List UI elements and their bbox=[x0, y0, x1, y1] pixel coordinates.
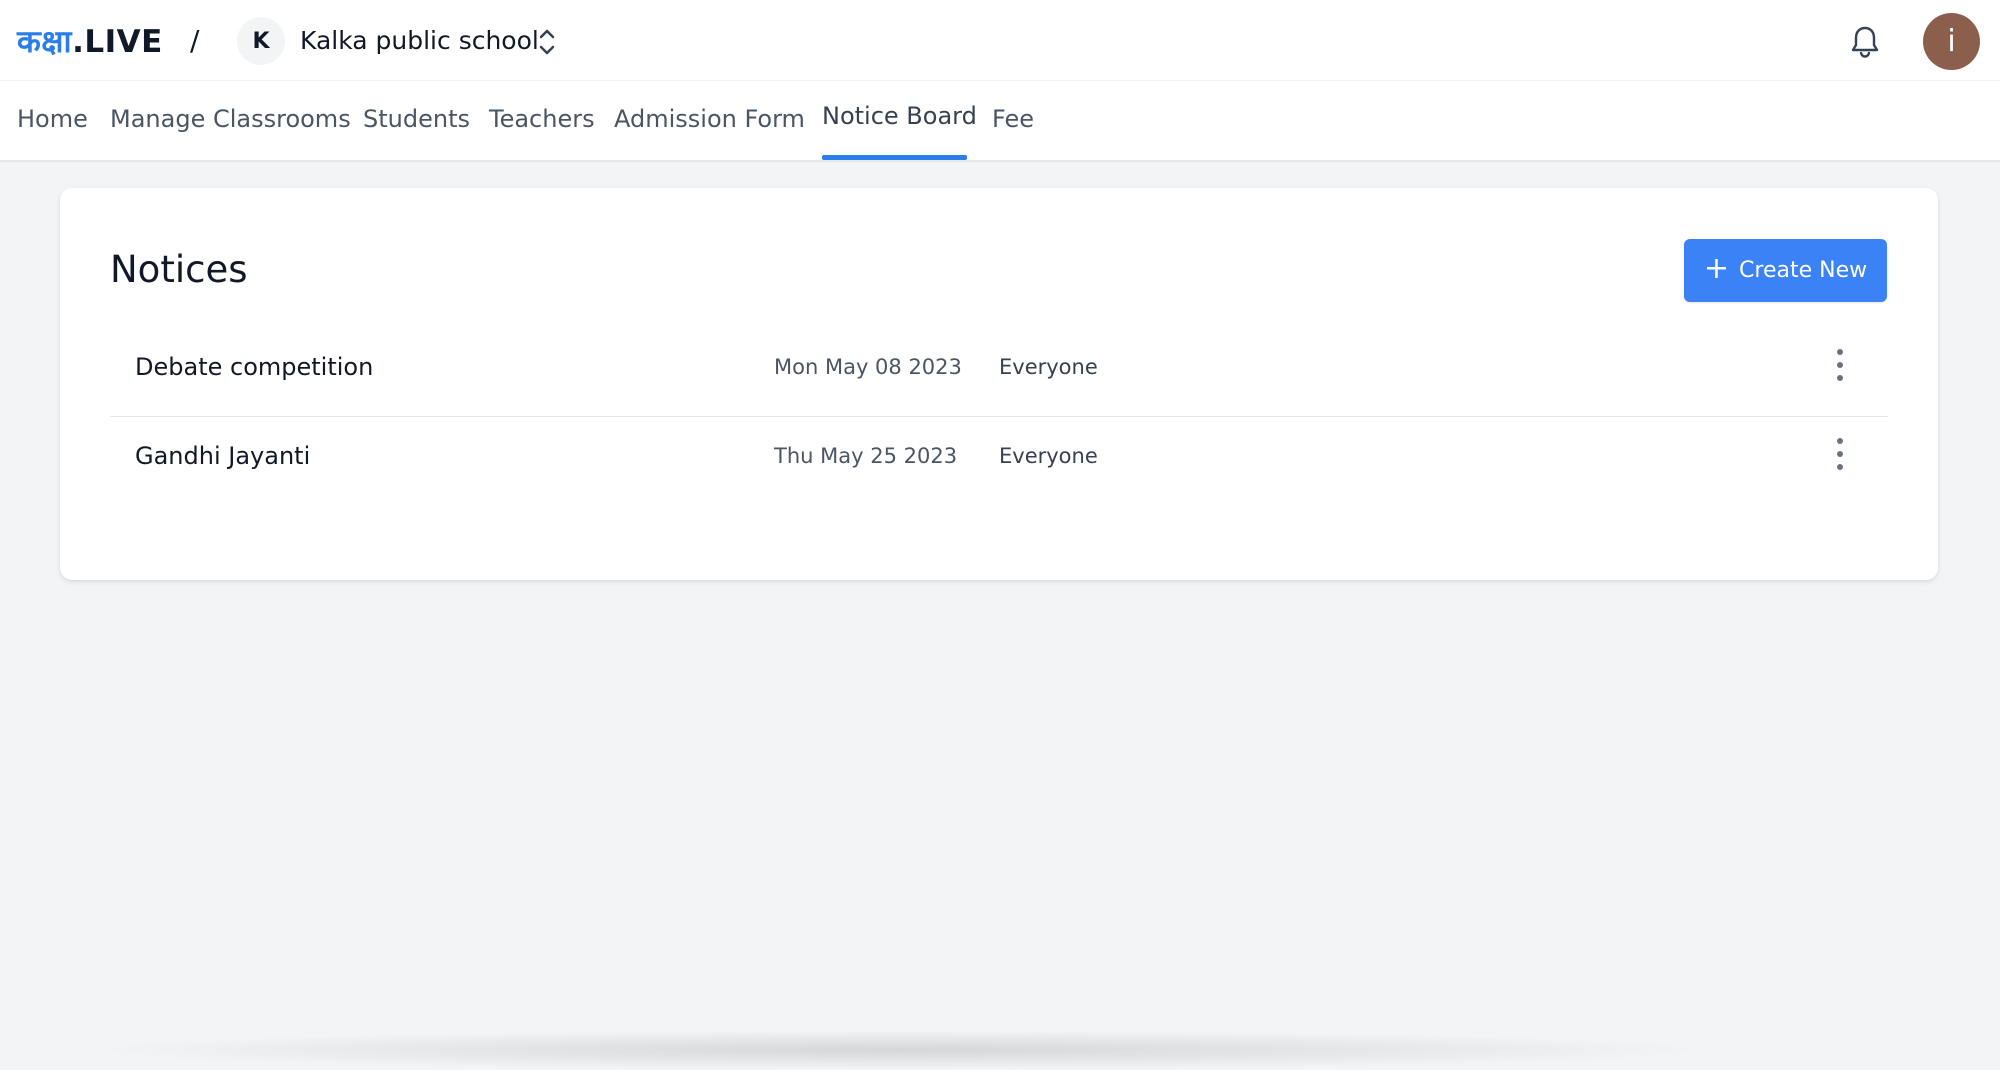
bottom-panel-shadow bbox=[80, 1030, 1720, 1070]
more-vertical-icon[interactable] bbox=[1830, 434, 1850, 474]
notice-audience: Everyone bbox=[999, 355, 1098, 379]
nav-item-manage-classrooms[interactable]: Manage Classrooms bbox=[110, 105, 351, 133]
notice-date: Mon May 08 2023 bbox=[774, 355, 962, 379]
top-bar: कक्षा.LIVE / K Kalka public school i bbox=[0, 0, 2000, 80]
active-tab-indicator bbox=[822, 155, 967, 160]
plus-icon: + bbox=[1703, 251, 1730, 286]
page-title: Notices bbox=[110, 248, 248, 291]
notices-card: Notices + Create New Debate competition … bbox=[60, 188, 1938, 580]
notice-date: Thu May 25 2023 bbox=[774, 444, 958, 468]
notice-title[interactable]: Debate competition bbox=[135, 353, 373, 381]
notice-row[interactable]: Debate competition Mon May 08 2023 Every… bbox=[110, 329, 1888, 417]
nav-item-teachers[interactable]: Teachers bbox=[489, 105, 595, 133]
school-avatar[interactable]: K bbox=[237, 17, 285, 65]
nav-item-home[interactable]: Home bbox=[17, 105, 88, 133]
chevron-up-down-icon[interactable] bbox=[536, 26, 558, 58]
create-new-label: Create New bbox=[1739, 258, 1868, 283]
nav-item-notice-board[interactable]: Notice Board bbox=[822, 102, 977, 130]
main-nav: Home Manage Classrooms Students Teachers… bbox=[0, 80, 2000, 162]
logo-suffix: .LIVE bbox=[72, 24, 163, 60]
app-logo[interactable]: कक्षा.LIVE bbox=[17, 20, 163, 62]
school-name[interactable]: Kalka public school bbox=[300, 26, 539, 55]
notice-title[interactable]: Gandhi Jayanti bbox=[135, 442, 310, 470]
nav-item-admission-form[interactable]: Admission Form bbox=[614, 105, 805, 133]
nav-item-students[interactable]: Students bbox=[363, 105, 470, 133]
logo-hindi: कक्षा bbox=[17, 24, 73, 60]
breadcrumb-separator: / bbox=[190, 24, 200, 57]
notice-audience: Everyone bbox=[999, 444, 1098, 468]
create-new-button[interactable]: + Create New bbox=[1684, 239, 1887, 302]
notice-row[interactable]: Gandhi Jayanti Thu May 25 2023 Everyone bbox=[110, 418, 1888, 506]
user-avatar[interactable]: i bbox=[1923, 13, 1980, 70]
more-vertical-icon[interactable] bbox=[1830, 345, 1850, 385]
bell-icon[interactable] bbox=[1848, 24, 1882, 60]
nav-item-fee[interactable]: Fee bbox=[992, 105, 1034, 133]
